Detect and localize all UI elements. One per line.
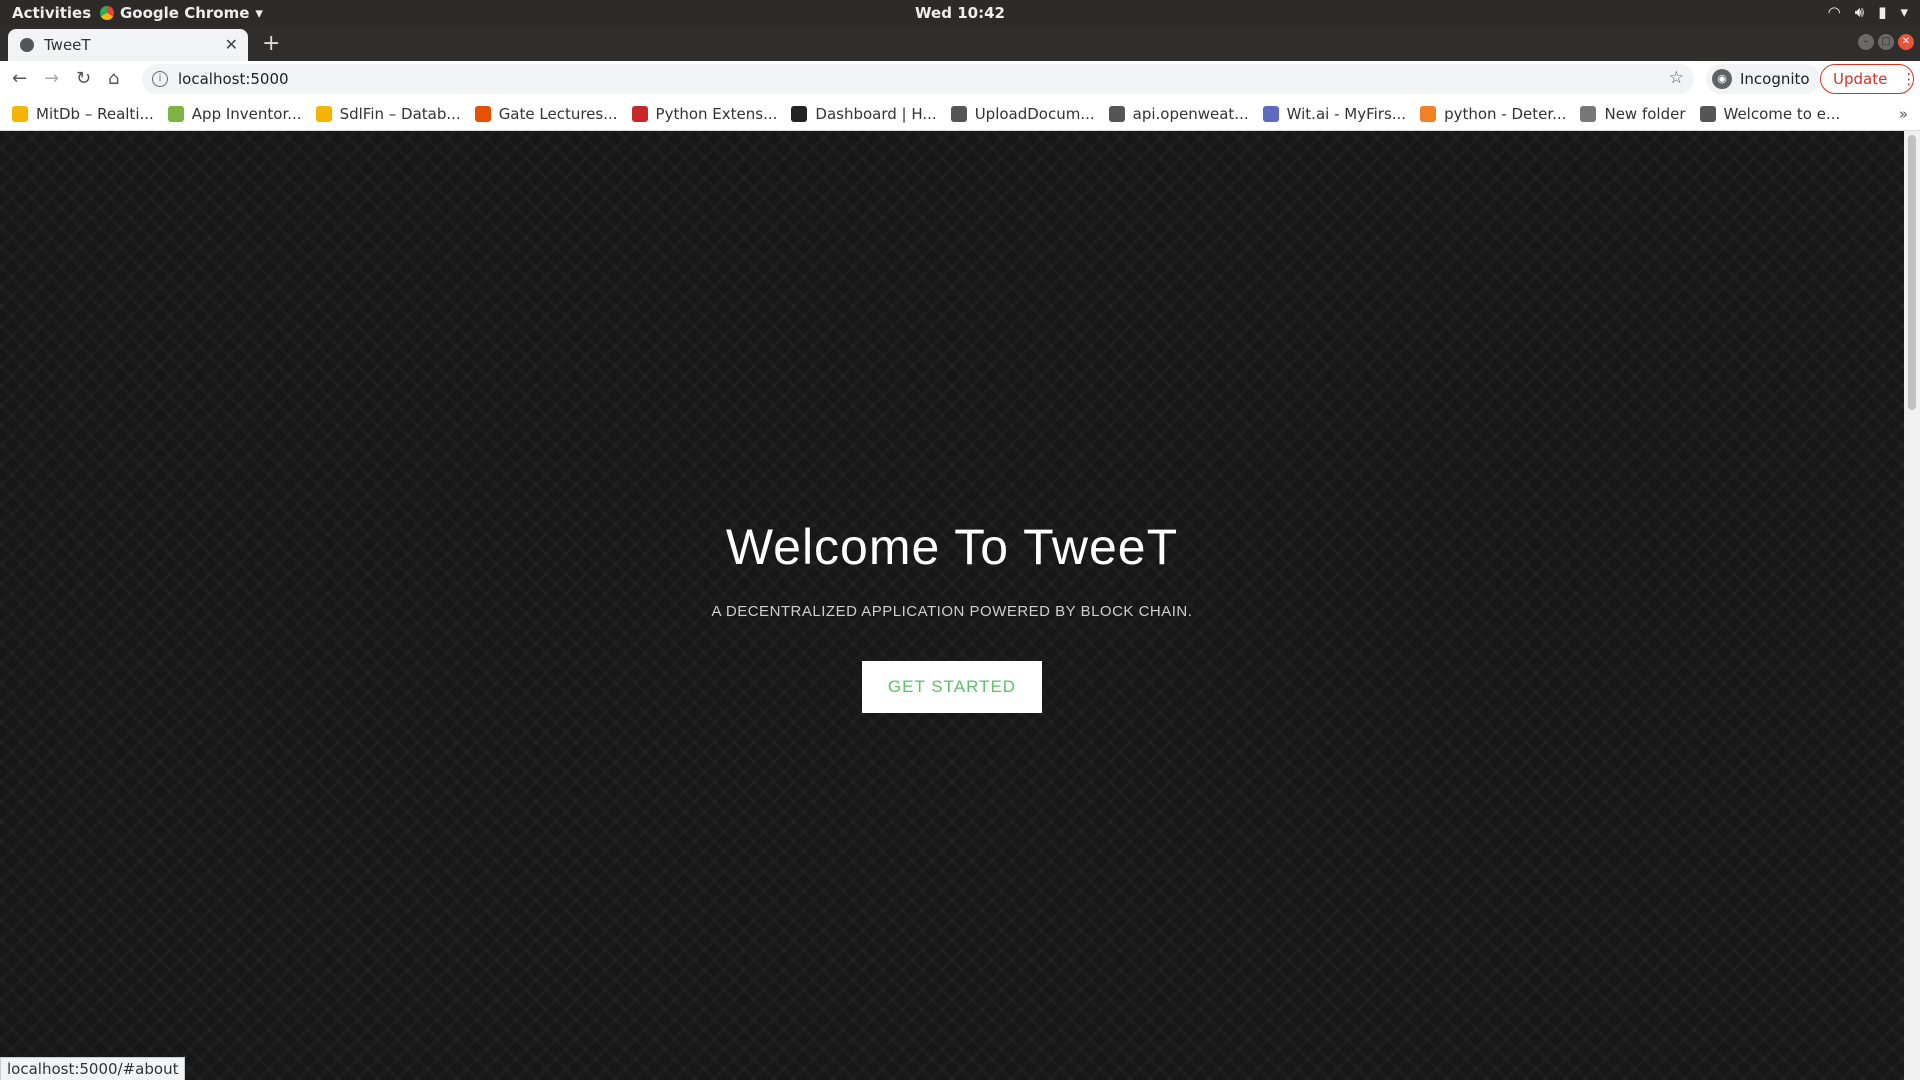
url-text: localhost:5000 xyxy=(178,70,289,88)
more-vert-icon: ⋮ xyxy=(1901,70,1917,88)
bookmark-item[interactable]: UploadDocum... xyxy=(950,104,1095,123)
bookmark-label: Welcome to e... xyxy=(1723,104,1841,123)
bookmark-favicon-icon xyxy=(1699,105,1716,122)
system-top-bar: Activities Google Chrome ▾ Wed 10:42 ◠ 🔊… xyxy=(0,0,1920,27)
window-controls: – □ ✕ xyxy=(1858,34,1914,50)
get-started-button[interactable]: GET STARTED xyxy=(862,661,1042,713)
update-label: Update xyxy=(1833,70,1888,88)
bookmark-item[interactable]: Python Extens... xyxy=(631,104,778,123)
bookmark-favicon-icon xyxy=(474,105,491,122)
bookmark-label: Dashboard | H... xyxy=(815,104,937,123)
globe-icon xyxy=(20,38,34,52)
address-bar[interactable]: i localhost:5000 ☆ xyxy=(142,64,1694,94)
bookmark-favicon-icon xyxy=(791,105,808,122)
update-button[interactable]: Update ⋮ xyxy=(1820,64,1917,94)
bookmarks-bar: MitDb – Realti... App Inventor... SdlFin –… xyxy=(0,97,1920,131)
bookmark-label: python - Deter... xyxy=(1444,104,1567,123)
scrollbar[interactable] xyxy=(1904,131,1920,1080)
bookmark-label: Gate Lectures... xyxy=(498,104,618,123)
bookmark-favicon-icon xyxy=(1420,105,1437,122)
bookmark-favicon-icon xyxy=(631,105,648,122)
chevron-down-icon: ▾ xyxy=(1900,3,1908,21)
bookmark-favicon-icon xyxy=(950,105,967,122)
bookmark-item[interactable]: Wit.ai - MyFirs... xyxy=(1262,104,1407,123)
bookmark-favicon-icon xyxy=(1262,105,1279,122)
bookmark-label: Python Extens... xyxy=(655,104,778,123)
home-icon[interactable]: ⌂ xyxy=(108,68,119,89)
bookmark-item[interactable]: SdlFin – Datab... xyxy=(315,104,461,123)
bookmark-favicon-icon xyxy=(167,105,184,122)
clock[interactable]: Wed 10:42 xyxy=(0,4,1920,22)
star-icon[interactable]: ☆ xyxy=(1669,68,1684,88)
tab-strip: TweeT ✕ + – □ ✕ xyxy=(0,27,1920,61)
status-bar-url: localhost:5000/#about xyxy=(0,1057,186,1080)
bookmark-item[interactable]: App Inventor... xyxy=(167,104,302,123)
more-bookmarks-icon[interactable]: » xyxy=(1899,105,1908,123)
volume-icon: 🔊︎ xyxy=(1854,3,1865,21)
bookmark-favicon-icon xyxy=(12,105,28,122)
close-window-button[interactable]: ✕ xyxy=(1898,34,1914,50)
bookmark-label: MitDb – Realti... xyxy=(36,104,154,123)
bookmark-label: App Inventor... xyxy=(191,104,302,123)
bookmark-item[interactable]: Welcome to e... xyxy=(1699,104,1841,123)
scrollbar-thumb[interactable] xyxy=(1908,135,1916,410)
minimize-button[interactable]: – xyxy=(1858,34,1874,50)
new-tab-button[interactable]: + xyxy=(262,31,280,56)
browser-toolbar: ← → ↻ ⌂ i localhost:5000 ☆ ◉ Incognito U… xyxy=(0,61,1920,97)
page-title: Welcome To TweeT xyxy=(725,519,1179,575)
reload-icon[interactable]: ↻ xyxy=(76,68,91,89)
page-subtitle: A DECENTRALIZED APPLICATION POWERED BY B… xyxy=(711,603,1193,620)
back-arrow-icon[interactable]: ← xyxy=(12,68,27,89)
bookmark-label: SdlFin – Datab... xyxy=(339,104,461,123)
bookmark-item[interactable]: Dashboard | H... xyxy=(791,104,937,123)
forward-arrow-icon[interactable]: → xyxy=(44,68,59,89)
bookmark-label: New folder xyxy=(1604,104,1686,123)
incognito-label: Incognito xyxy=(1740,70,1810,88)
bookmark-item[interactable]: Gate Lectures... xyxy=(474,104,618,123)
incognito-icon: ◉ xyxy=(1712,69,1732,89)
close-tab-icon[interactable]: ✕ xyxy=(225,35,238,54)
bookmark-favicon-icon xyxy=(315,105,332,122)
bookmark-label: api.openweat... xyxy=(1132,104,1249,123)
bookmark-item[interactable]: python - Deter... xyxy=(1420,105,1566,123)
tab-title: TweeT xyxy=(44,36,91,54)
battery-icon: ▮ xyxy=(1878,3,1887,21)
tab-tweet[interactable]: TweeT ✕ xyxy=(8,29,248,61)
bookmark-item[interactable]: MitDb – Realti... xyxy=(12,105,154,123)
incognito-indicator[interactable]: ◉ Incognito xyxy=(1706,64,1820,94)
maximize-button[interactable]: □ xyxy=(1878,34,1894,50)
bookmark-item[interactable]: api.openweat... xyxy=(1108,104,1249,123)
bookmark-label: Wit.ai - MyFirs... xyxy=(1286,104,1407,123)
bookmark-favicon-icon xyxy=(1580,105,1597,122)
bookmark-favicon-icon xyxy=(1108,105,1125,122)
system-tray[interactable]: ◠ 🔊︎ ▮ ▾ xyxy=(1828,3,1908,21)
bookmark-item[interactable]: New folder xyxy=(1580,104,1686,123)
bookmark-label: UploadDocum... xyxy=(974,104,1095,123)
info-icon[interactable]: i xyxy=(152,71,168,87)
wifi-icon: ◠ xyxy=(1827,3,1841,21)
